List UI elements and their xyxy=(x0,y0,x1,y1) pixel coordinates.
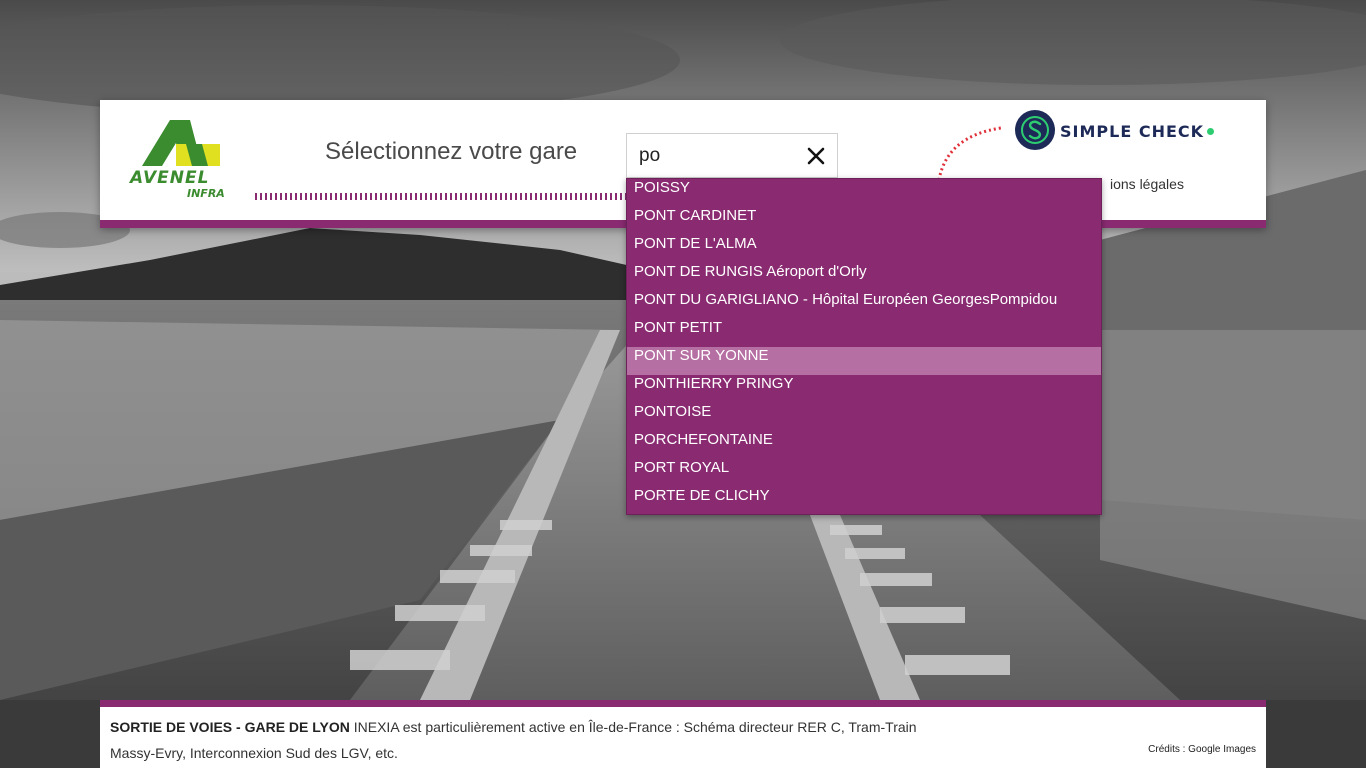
suggestion-item-highlighted[interactable]: PONT SUR YONNE xyxy=(627,347,1101,375)
suggestion-item[interactable]: PORT ROYAL xyxy=(627,459,1101,487)
station-suggestions: POISSY PONT CARDINET PONT DE L'ALMA PONT… xyxy=(626,178,1102,515)
suggestion-item[interactable]: PONT CARDINET xyxy=(627,207,1101,235)
simple-check-dot xyxy=(1207,128,1214,135)
decorative-dotted-line xyxy=(255,193,627,200)
decorative-arc xyxy=(937,126,1002,181)
suggestion-item[interactable]: PORTE DE CLICHY xyxy=(627,487,1101,515)
suggestion-item[interactable]: PONT DE L'ALMA xyxy=(627,235,1101,263)
legal-link[interactable]: ions légales xyxy=(1110,176,1184,192)
footer: SORTIE DE VOIES - GARE DE LYON INEXIA es… xyxy=(100,700,1266,768)
simple-check-name: SIMPLE CHECK xyxy=(1060,122,1205,141)
station-prompt: Sélectionnez votre gare xyxy=(325,138,578,165)
suggestion-item[interactable]: PONT DU GARIGLIANO - Hôpital Européen Ge… xyxy=(627,291,1101,319)
caption-title: SORTIE DE VOIES - GARE DE LYON xyxy=(110,719,350,735)
logo-subname: INFRA xyxy=(187,187,225,200)
image-credits: Crédits : Google Images xyxy=(1148,744,1256,755)
suggestion-item[interactable]: PORCHEFONTAINE xyxy=(627,431,1101,459)
station-search-input[interactable] xyxy=(639,142,799,170)
footer-accent-bar xyxy=(100,700,1266,707)
suggestion-item[interactable]: PONTHIERRY PRINGY xyxy=(627,375,1101,403)
photo-caption: SORTIE DE VOIES - GARE DE LYON INEXIA es… xyxy=(110,714,950,766)
suggestion-item[interactable]: POISSY xyxy=(627,179,1101,207)
logo-name: AVENEL xyxy=(130,168,210,188)
station-search-box[interactable] xyxy=(626,133,838,178)
suggestion-item[interactable]: PONT DE RUNGIS Aéroport d'Orly xyxy=(627,263,1101,291)
simple-check-logo: SIMPLE CHECK xyxy=(1015,110,1225,152)
simple-check-icon xyxy=(1015,110,1055,150)
close-icon[interactable] xyxy=(804,144,828,168)
suggestion-item[interactable]: PONT PETIT xyxy=(627,319,1101,347)
suggestion-item[interactable]: PONTOISE xyxy=(627,403,1101,431)
